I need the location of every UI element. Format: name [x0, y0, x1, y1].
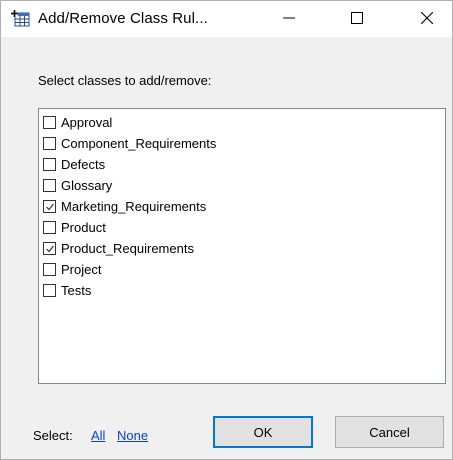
- minimize-button[interactable]: [266, 1, 312, 37]
- item-label: Defects: [61, 156, 106, 172]
- maximize-button[interactable]: [334, 1, 380, 37]
- item-label: Product: [61, 219, 106, 235]
- select-none-link[interactable]: None: [117, 428, 148, 443]
- cancel-button[interactable]: Cancel: [335, 416, 444, 448]
- list-item-project[interactable]: Project: [43, 259, 101, 279]
- class-checklist[interactable]: Approval Component_Requirements Defects …: [38, 108, 446, 384]
- list-item-tests[interactable]: Tests: [43, 280, 91, 300]
- list-item-approval[interactable]: Approval: [43, 112, 112, 132]
- close-button[interactable]: [404, 1, 450, 37]
- select-all-link[interactable]: All: [91, 428, 105, 443]
- checkbox[interactable]: [43, 157, 56, 171]
- item-label: Glossary: [61, 177, 113, 193]
- list-item-component-requirements[interactable]: Component_Requirements: [43, 133, 216, 153]
- item-label: Product_Requirements: [61, 240, 194, 256]
- list-item-product[interactable]: Product: [43, 217, 106, 237]
- checkbox[interactable]: [43, 262, 56, 276]
- item-label: Project: [61, 261, 102, 277]
- maximize-icon: [351, 11, 363, 27]
- checkbox[interactable]: [43, 241, 56, 255]
- checkbox[interactable]: [43, 136, 56, 150]
- checkbox[interactable]: [43, 220, 56, 234]
- close-icon: [420, 11, 434, 27]
- checkbox[interactable]: [43, 283, 56, 297]
- table-add-icon: [11, 10, 31, 28]
- window-title: Add/Remove Class Rul...: [38, 10, 208, 27]
- checkmark-icon: [46, 245, 54, 252]
- item-label: Approval: [61, 114, 113, 130]
- item-label: Tests: [61, 282, 92, 298]
- checkmark-icon: [46, 203, 54, 210]
- list-item-product-requirements[interactable]: Product_Requirements: [43, 238, 194, 258]
- item-label: Component_Requirements: [61, 135, 217, 151]
- title-bar[interactable]: Add/Remove Class Rul...: [1, 1, 452, 37]
- instruction-label: Select classes to add/remove:: [38, 73, 212, 88]
- list-item-marketing-requirements[interactable]: Marketing_Requirements: [43, 196, 206, 216]
- checkbox[interactable]: [43, 178, 56, 192]
- ok-button[interactable]: OK: [213, 416, 313, 448]
- checkbox[interactable]: [43, 115, 56, 129]
- select-label: Select:: [33, 428, 73, 443]
- item-label: Marketing_Requirements: [61, 198, 207, 214]
- list-item-defects[interactable]: Defects: [43, 154, 105, 174]
- checkbox[interactable]: [43, 199, 56, 213]
- minimize-icon: [283, 12, 295, 27]
- dialog-window: Add/Remove Class Rul... Select classes t…: [0, 0, 453, 460]
- list-item-glossary[interactable]: Glossary: [43, 175, 112, 195]
